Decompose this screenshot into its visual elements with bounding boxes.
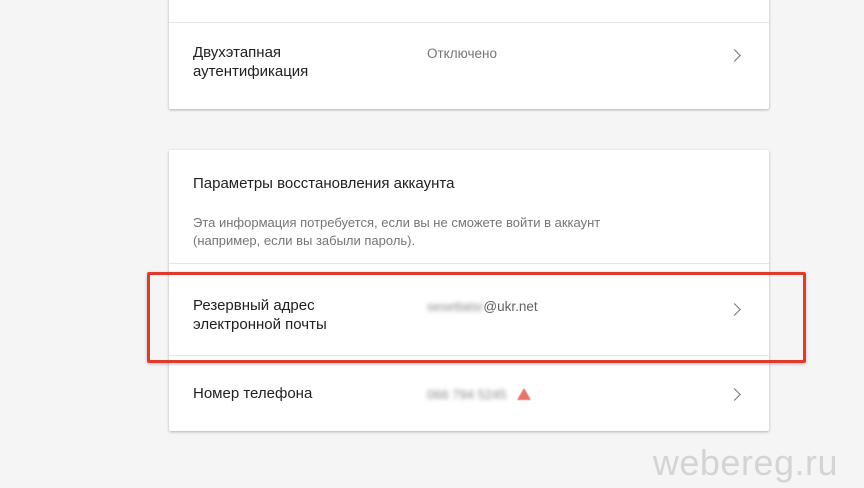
phone-number-row[interactable]: Номер телефона 066 794 5245 xyxy=(169,356,769,431)
phone-number-label: Номер телефона xyxy=(193,385,313,402)
two-step-auth-status: Отключено xyxy=(427,46,497,61)
chevron-right-icon xyxy=(728,49,741,62)
section-description-line2: (например, если вы забыли пароль). xyxy=(193,233,416,248)
section-description-line1: Эта информация потребуется, если вы не с… xyxy=(193,215,601,230)
two-step-auth-label: Двухэтапная аутентификация xyxy=(193,43,308,81)
section-description: Эта информация потребуется, если вы не с… xyxy=(193,214,733,250)
security-card: Двухэтапная аутентификация Отключено xyxy=(169,0,769,109)
watermark: webereg.ru xyxy=(652,442,838,483)
section-title: Параметры восстановления аккаунта xyxy=(193,175,455,192)
two-step-auth-row[interactable]: Двухэтапная аутентификация Отключено xyxy=(169,23,769,113)
phone-number-value: 066 794 5245 xyxy=(427,386,531,404)
two-step-auth-label-line2: аутентификация xyxy=(193,63,309,80)
two-step-auth-label-line1: Двухэтапная xyxy=(193,44,282,61)
highlight-box xyxy=(147,272,806,363)
warning-icon xyxy=(516,388,531,400)
chevron-right-icon xyxy=(728,388,741,401)
hidden-phone-number: 066 794 5245 xyxy=(427,387,507,402)
